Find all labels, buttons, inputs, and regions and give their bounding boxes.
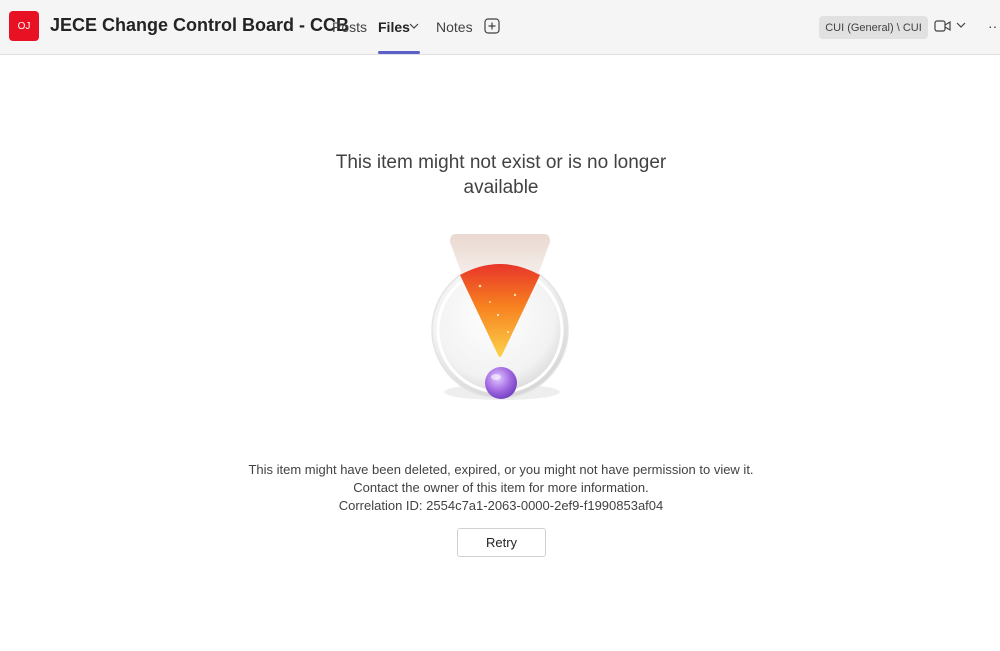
chevron-down-icon[interactable] <box>409 22 419 30</box>
channel-header: OJ JECE Change Control Board - CCB Posts… <box>0 0 1000 55</box>
message-line: This item might have been deleted, expir… <box>248 462 754 477</box>
error-message: This item might have been deleted, expir… <box>180 461 822 515</box>
video-camera-icon[interactable] <box>934 19 951 33</box>
message-line: Contact the owner of this item for more … <box>353 480 649 495</box>
retry-button[interactable]: Retry <box>457 528 546 557</box>
channel-label[interactable]: CUI (General) \ CUI <box>819 16 928 39</box>
chevron-down-icon[interactable] <box>956 21 966 29</box>
team-avatar[interactable]: OJ <box>9 11 39 41</box>
exclamation-illustration <box>431 234 569 400</box>
add-tab-icon[interactable] <box>484 18 500 34</box>
more-options-icon[interactable]: ·· <box>988 18 997 34</box>
correlation-id: Correlation ID: 2554c7a1-2063-0000-2ef9-… <box>338 498 664 513</box>
error-title: This item might not exist or is no longe… <box>335 152 667 198</box>
tab-notes[interactable]: Notes <box>436 19 473 35</box>
active-tab-indicator <box>378 51 420 54</box>
team-title: JECE Change Control Board - CCB <box>50 15 350 35</box>
tab-files[interactable]: Files <box>378 19 410 35</box>
tab-posts[interactable]: Posts <box>332 19 367 35</box>
